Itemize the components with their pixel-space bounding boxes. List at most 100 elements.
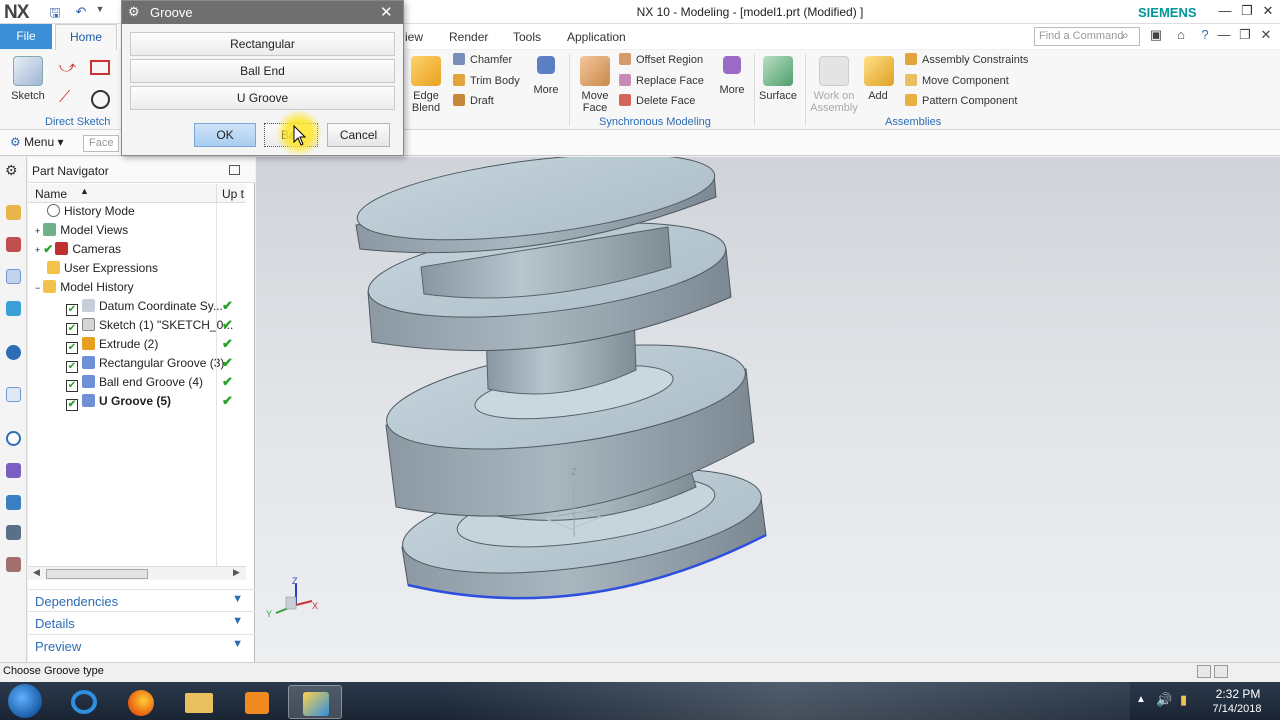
tree-item-extrude[interactable]: ✔ Extrude (2) bbox=[28, 335, 246, 354]
manufacturing-wizards-icon[interactable] bbox=[6, 495, 21, 510]
part-navigator-icon[interactable] bbox=[6, 269, 21, 284]
search-icon[interactable]: ⌕ bbox=[1122, 28, 1129, 43]
ok-button[interactable]: OK bbox=[194, 123, 256, 147]
scroll-thumb[interactable] bbox=[46, 569, 148, 579]
surface-button[interactable]: Surface bbox=[758, 56, 798, 102]
system-scenes-icon[interactable] bbox=[6, 557, 21, 572]
section-details[interactable]: Details ▼ bbox=[28, 611, 255, 633]
history-icon[interactable] bbox=[6, 431, 21, 446]
full-screen-icon[interactable] bbox=[1214, 665, 1228, 678]
u-groove-button[interactable]: U Groove bbox=[130, 86, 395, 110]
sketch-button[interactable]: Sketch bbox=[6, 56, 50, 102]
move-component-button[interactable]: Move Component bbox=[905, 73, 1009, 89]
circle-icon[interactable] bbox=[91, 90, 110, 109]
tree-item-model-history[interactable]: − Model History bbox=[28, 278, 246, 297]
start-button[interactable] bbox=[8, 684, 42, 718]
expand-icon[interactable]: + bbox=[35, 245, 40, 255]
sort-asc-icon[interactable]: ▲ bbox=[80, 186, 89, 196]
tray-expand-icon[interactable]: ▲ bbox=[1136, 694, 1146, 705]
move-face-button[interactable]: Move Face bbox=[576, 56, 614, 114]
nx-taskbar-icon[interactable] bbox=[288, 685, 342, 719]
restore-icon[interactable]: ❐ bbox=[1237, 3, 1257, 21]
collapse-ribbon-icon[interactable]: ⌂ bbox=[1172, 27, 1190, 45]
more-button-2[interactable]: More bbox=[716, 56, 748, 96]
tree-item-cameras[interactable]: + ✔ Cameras bbox=[28, 240, 246, 259]
work-on-assembly-button[interactable]: Work on Assembly bbox=[810, 56, 858, 114]
dialog-close-icon[interactable]: ✕ bbox=[380, 3, 393, 21]
rectangular-button[interactable]: Rectangular bbox=[130, 32, 395, 56]
section-dependencies[interactable]: Dependencies ▼ bbox=[28, 589, 255, 611]
replace-face-button[interactable]: Replace Face bbox=[619, 73, 704, 89]
tab-home[interactable]: Home bbox=[55, 24, 117, 50]
visibility-checkbox[interactable]: ✔ bbox=[66, 380, 78, 392]
reuse-library-icon[interactable] bbox=[6, 301, 21, 316]
section-preview[interactable]: Preview ▼ bbox=[28, 634, 255, 656]
tree-item-history-mode[interactable]: History Mode bbox=[28, 202, 246, 221]
status-icon[interactable] bbox=[1197, 665, 1211, 678]
assembly-navigator-icon[interactable] bbox=[6, 205, 21, 220]
rectangle-icon[interactable] bbox=[90, 60, 110, 75]
maximize-icon[interactable] bbox=[229, 165, 240, 175]
network-icon[interactable]: ▮ bbox=[1180, 692, 1187, 708]
collapse-icon[interactable]: − bbox=[35, 283, 40, 293]
visibility-checkbox[interactable]: ✔ bbox=[66, 342, 78, 354]
settings-gear-icon[interactable]: ⚙ bbox=[5, 162, 18, 179]
draft-button[interactable]: Draft bbox=[453, 93, 494, 109]
tree-item-sketch[interactable]: ✔ Sketch (1) "SKETCH_0... bbox=[28, 316, 246, 335]
tree-item-u-groove[interactable]: ✔ U Groove (5) bbox=[28, 392, 246, 411]
expand-icon[interactable]: + bbox=[35, 226, 40, 236]
undo-icon[interactable]: ↶ bbox=[73, 4, 89, 20]
visibility-checkbox[interactable]: ✔ bbox=[66, 304, 78, 316]
roles-icon[interactable] bbox=[6, 525, 21, 540]
offset-region-button[interactable]: Offset Region bbox=[619, 52, 703, 68]
internet-explorer-icon[interactable] bbox=[57, 685, 111, 719]
add-component-button[interactable]: Add bbox=[864, 56, 894, 102]
tree-item-user-expressions[interactable]: User Expressions bbox=[28, 259, 246, 278]
dialog-title-bar[interactable]: ⚙ Groove ✕ bbox=[122, 1, 403, 24]
file-explorer-icon[interactable] bbox=[172, 685, 226, 719]
visibility-checkbox[interactable]: ✔ bbox=[66, 361, 78, 373]
selection-filter[interactable]: Face bbox=[83, 135, 119, 152]
back-button[interactable]: Ba bbox=[264, 123, 318, 147]
scroll-left-icon[interactable]: ◀ bbox=[33, 567, 40, 578]
process-studio-icon[interactable] bbox=[6, 463, 21, 478]
constraint-navigator-icon[interactable] bbox=[6, 237, 21, 252]
line-icon[interactable]: ⟋ bbox=[59, 89, 70, 107]
tree-item-rectangular-groove[interactable]: ✔ Rectangular Groove (3) bbox=[28, 354, 246, 373]
delete-face-button[interactable]: Delete Face bbox=[619, 93, 695, 109]
doc-minimize-icon[interactable]: — bbox=[1215, 27, 1233, 45]
hd3d-tools-icon[interactable] bbox=[6, 345, 21, 360]
visibility-checkbox[interactable]: ✔ bbox=[66, 323, 78, 335]
column-name[interactable]: Name bbox=[35, 187, 67, 201]
doc-close-icon[interactable]: ✕ bbox=[1257, 27, 1275, 45]
clock-time[interactable]: 2:32 PM bbox=[1208, 687, 1268, 701]
undo-dropdown-icon[interactable]: ▼ bbox=[92, 4, 108, 20]
tab-application[interactable]: Application bbox=[567, 30, 626, 44]
save-icon[interactable]: 🖫 bbox=[47, 4, 63, 20]
scroll-right-icon[interactable]: ▶ bbox=[233, 567, 240, 578]
more-button-1[interactable]: More bbox=[530, 56, 562, 96]
minimize-icon[interactable]: — bbox=[1215, 3, 1235, 21]
column-up-to-date[interactable]: Up t bbox=[222, 187, 244, 201]
edge-blend-button[interactable]: Edge Blend bbox=[406, 56, 446, 114]
tree-item-datum-csys[interactable]: ✔ Datum Coordinate Sy... bbox=[28, 297, 246, 316]
chamfer-button[interactable]: Chamfer bbox=[453, 52, 512, 68]
web-browser-icon[interactable] bbox=[6, 387, 21, 402]
tab-view[interactable]: iew bbox=[405, 30, 423, 44]
profile-icon[interactable]: ⤻ bbox=[59, 59, 76, 77]
tab-render[interactable]: Render bbox=[449, 30, 488, 44]
visibility-checkbox[interactable]: ✔ bbox=[66, 399, 78, 411]
pattern-component-button[interactable]: Pattern Component bbox=[905, 93, 1017, 109]
firefox-icon[interactable] bbox=[114, 685, 168, 719]
clock-date[interactable]: 7/14/2018 bbox=[1204, 703, 1270, 715]
media-player-icon[interactable] bbox=[230, 685, 284, 719]
trim-body-button[interactable]: Trim Body bbox=[453, 73, 520, 89]
assembly-constraints-button[interactable]: Assembly Constraints bbox=[905, 52, 1028, 68]
graphics-window[interactable]: Z Z X Y bbox=[256, 157, 1280, 662]
doc-restore-icon[interactable]: ❐ bbox=[1236, 27, 1254, 45]
dialog-gear-icon[interactable]: ⚙ bbox=[128, 4, 140, 20]
grooved-part-model[interactable] bbox=[256, 157, 1280, 662]
tab-tools[interactable]: Tools bbox=[513, 30, 541, 44]
menu-button[interactable]: ⚙ Menu ▾ bbox=[10, 135, 63, 149]
horizontal-scrollbar[interactable]: ◀ ▶ bbox=[28, 566, 246, 580]
